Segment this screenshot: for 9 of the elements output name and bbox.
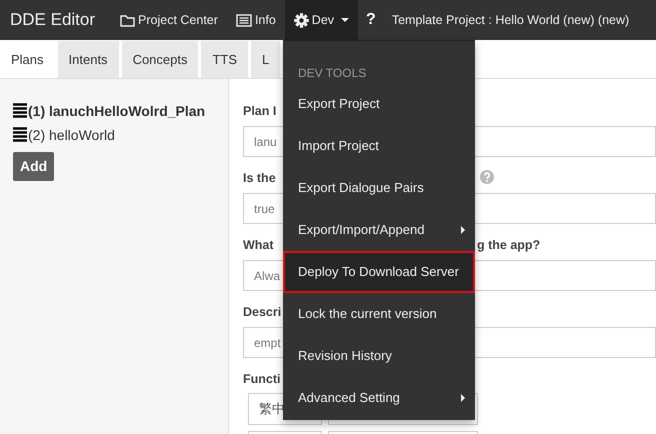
brand-title: DDE Editor <box>9 9 96 32</box>
field-label: Plan I <box>243 102 278 120</box>
field-label: What <box>243 236 275 254</box>
field-label: Descri <box>243 304 282 321</box>
menu-header: DEV TOOLS <box>297 65 368 82</box>
field-label: g the app? <box>477 238 540 252</box>
field-label: Functi <box>243 370 282 388</box>
field-label: Is the <box>243 170 277 187</box>
project-title: Template Project : Hello World (new) (new) <box>390 12 630 29</box>
